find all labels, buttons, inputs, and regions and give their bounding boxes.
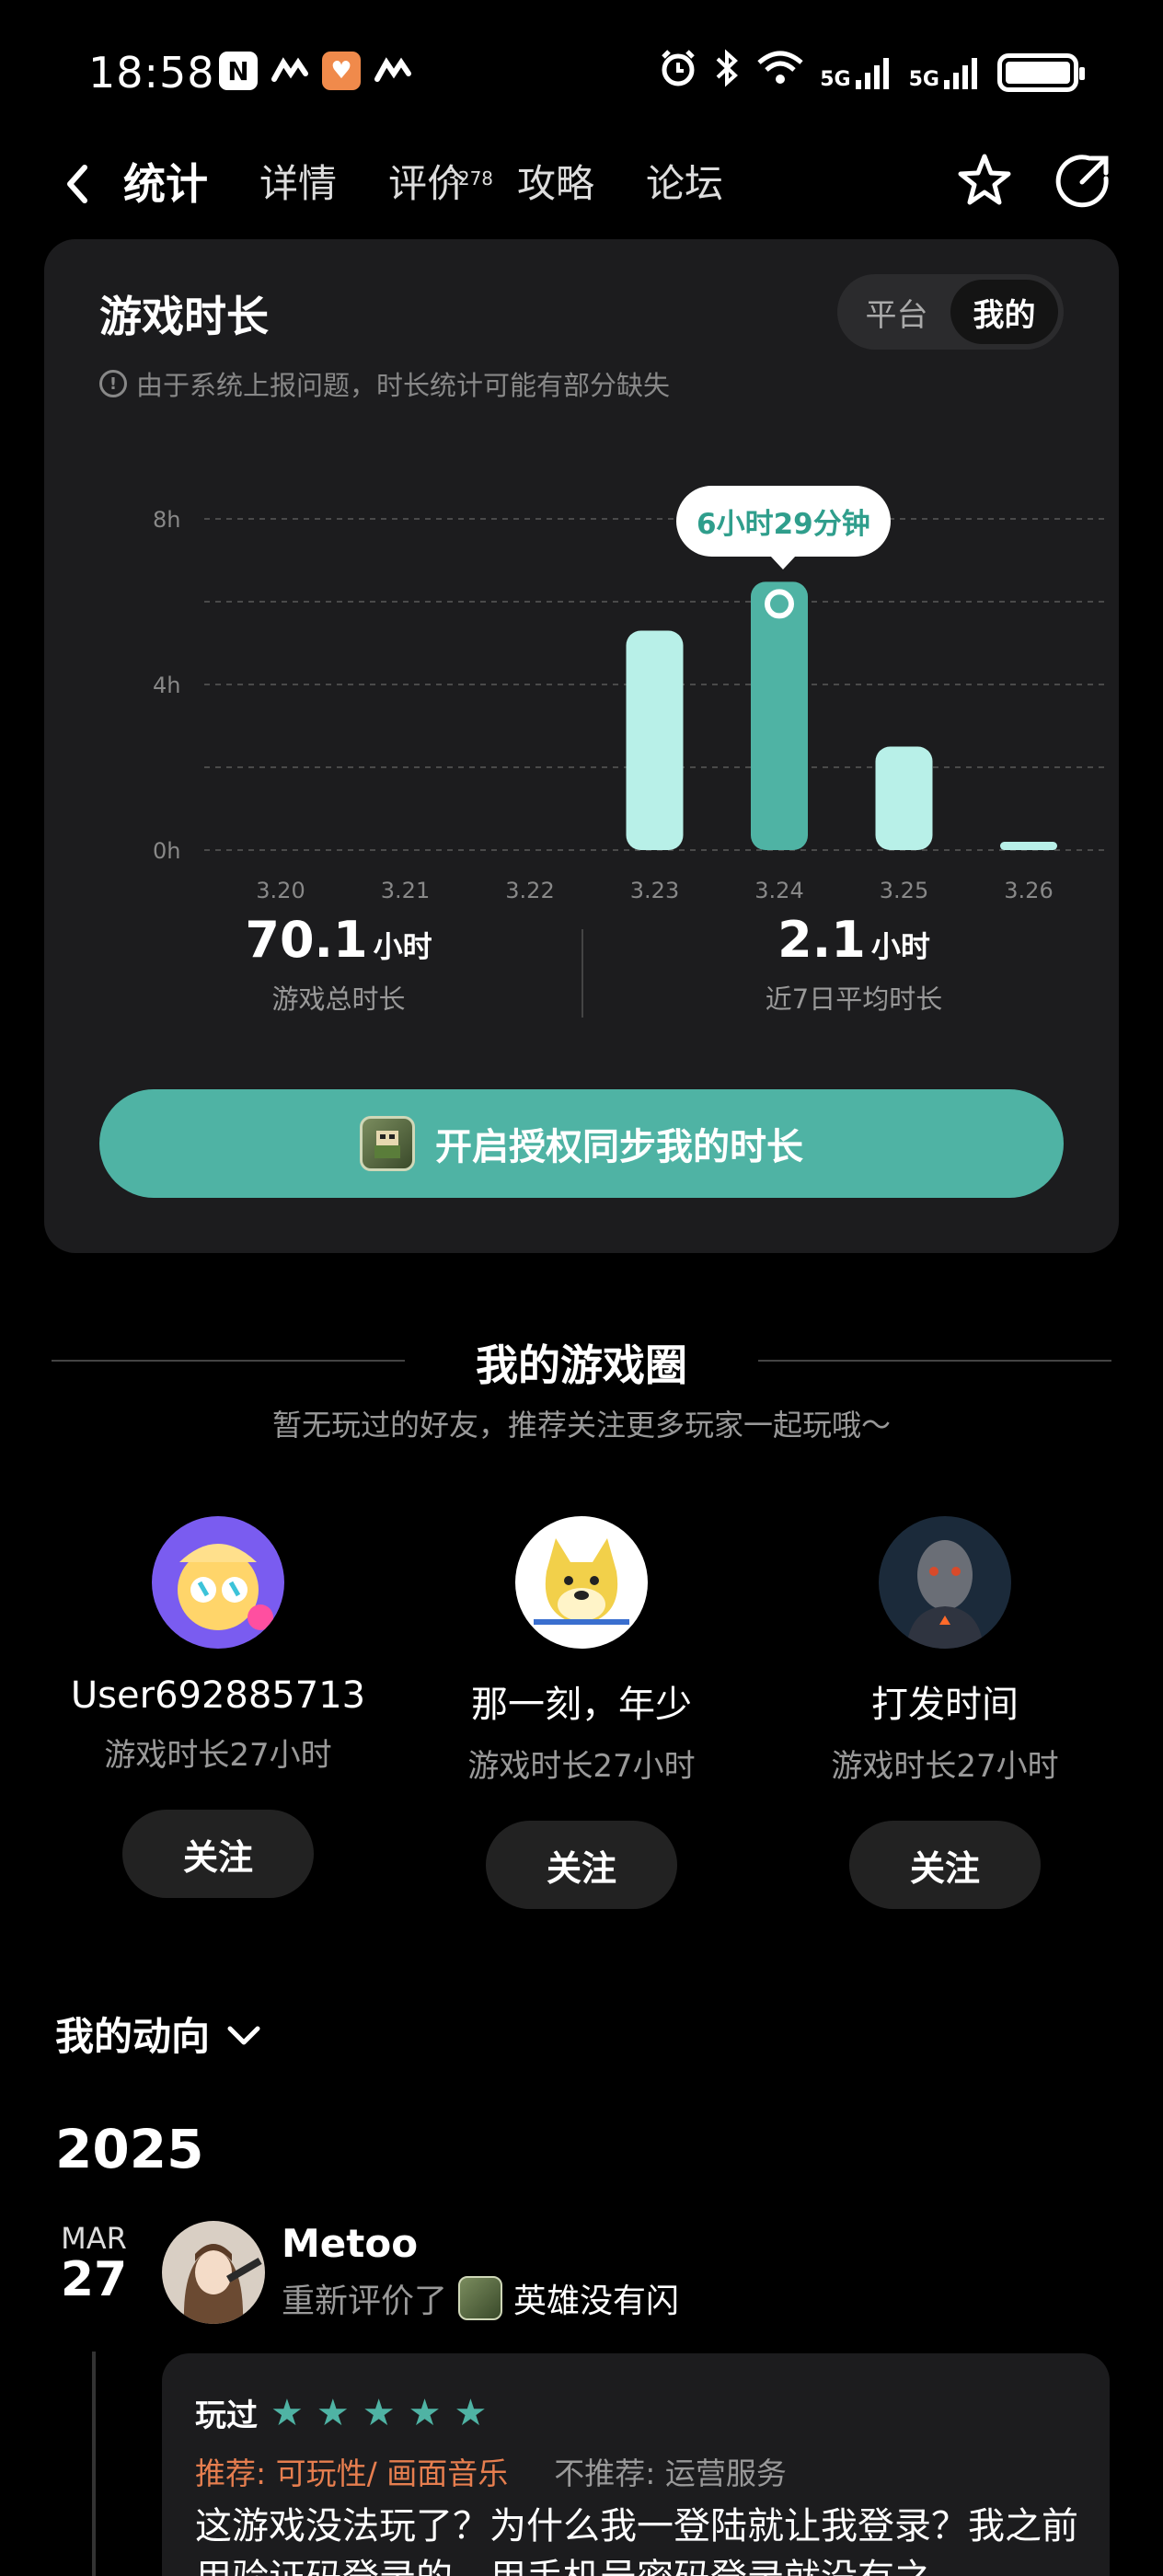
- follow-button[interactable]: 关注: [849, 1821, 1041, 1909]
- toggle-platform[interactable]: 平台: [843, 280, 950, 344]
- chart-bar[interactable]: [751, 581, 808, 850]
- tab-bar: 统计 详情 评价 3278 攻略 论坛: [118, 147, 749, 221]
- bluetooth-icon: [713, 48, 741, 97]
- section-title: 我的游戏圈: [476, 1340, 687, 1390]
- sync-playtime-button[interactable]: 开启授权同步我的时长: [99, 1089, 1064, 1198]
- playtime-card: 游戏时长 平台 我的 ! 由于系统上报问题，时长统计可能有部分缺失 0h 4h 8h…: [44, 239, 1119, 1253]
- status-bar: 18:58 N ♥ 5G 5G: [0, 0, 1163, 138]
- game-name[interactable]: 英雄没有闪: [513, 2274, 679, 2322]
- stats-divider: [582, 929, 583, 1018]
- back-icon[interactable]: [53, 156, 99, 212]
- tab-details[interactable]: 详情: [234, 147, 363, 221]
- y-tick-label: 0h: [153, 838, 180, 864]
- battery-icon: [997, 52, 1085, 92]
- playtime-chart: 0h 4h 8h 3.20 3.21 3.22 3.23 3.24 3.25 3.26 6小时29…: [99, 442, 1111, 903]
- game-icon: [360, 1116, 415, 1171]
- average-playtime: 2.1 小时 近7日平均时长: [765, 911, 943, 1015]
- chevron-down-icon: [226, 2011, 261, 2056]
- friend-card[interactable]: 打发时间 游戏时长27小时 关注: [764, 1516, 1126, 1909]
- friend-name: 那一刻，年少: [471, 1684, 692, 1726]
- tab-forum[interactable]: 论坛: [620, 147, 749, 221]
- recommend-tags: 推荐: 可玩性/ 画面音乐: [195, 2455, 509, 2491]
- chart-bar[interactable]: [626, 630, 684, 851]
- chart-tooltip: 6小时29分钟: [676, 486, 891, 570]
- follow-button[interactable]: 关注: [122, 1810, 314, 1898]
- star-icon: ★: [362, 2391, 396, 2434]
- star-icon: ★: [316, 2391, 350, 2434]
- follow-button[interactable]: 关注: [486, 1821, 677, 1909]
- card-title: 游戏时长: [99, 292, 269, 341]
- wifi-icon: [755, 48, 805, 97]
- post-meta: 重新评价了 英雄没有闪: [282, 2274, 679, 2322]
- nfc-icon: N: [219, 52, 258, 90]
- avatar[interactable]: [879, 1516, 1011, 1649]
- x-tick-label: 3.25: [880, 878, 928, 902]
- section-subtitle: 暂无玩过的好友，推荐关注更多玩家一起玩哦～: [271, 1408, 891, 1443]
- y-tick-label: 8h: [153, 507, 180, 533]
- star-icon: ★: [271, 2391, 304, 2434]
- friend-playtime: 游戏时长27小时: [831, 1748, 1059, 1785]
- played-label: 玩过: [195, 2398, 258, 2434]
- toggle-mine[interactable]: 我的: [950, 280, 1058, 344]
- x-tick-label: 3.23: [630, 878, 679, 902]
- star-icon: ★: [454, 2391, 488, 2434]
- avatar[interactable]: [515, 1516, 648, 1649]
- friend-name: 打发时间: [871, 1684, 1019, 1726]
- x-tick-label: 3.21: [381, 878, 430, 902]
- x-tick-label: 3.26: [1004, 878, 1053, 902]
- trend-dropdown[interactable]: 我的动向: [55, 2006, 261, 2062]
- tab-guides[interactable]: 攻略: [491, 147, 620, 221]
- avatar[interactable]: [162, 2221, 265, 2324]
- x-tick-label: 3.24: [754, 878, 803, 902]
- status-time: 18:58: [88, 48, 215, 98]
- scope-toggle: 平台 我的: [837, 274, 1064, 350]
- tab-reviews[interactable]: 评价 3278: [363, 147, 493, 221]
- year-label: 2025: [55, 2118, 204, 2180]
- friend-name: User692885713: [70, 1674, 366, 1717]
- tab-stats[interactable]: 统计: [118, 147, 234, 221]
- review-card[interactable]: 玩过 ★ ★ ★ ★ ★ 推荐: 可玩性/ 画面音乐 不推荐: 运营服务 这游戏…: [162, 2353, 1110, 2576]
- top-nav: 统计 详情 评价 3278 攻略 论坛: [0, 138, 1163, 239]
- y-tick-label: 4h: [153, 673, 180, 698]
- friend-playtime: 游戏时长27小时: [467, 1748, 696, 1785]
- total-playtime: 70.1 小时 游戏总时长: [245, 911, 432, 1015]
- friend-card[interactable]: 那一刻，年少 游戏时长27小时 关注: [400, 1516, 763, 1909]
- review-text: 这游戏没法玩了？为什么我一登陆就让我登录？我之前用验证码登录的，用手机号密码登录…: [195, 2505, 1078, 2576]
- avatar[interactable]: [152, 1516, 284, 1649]
- friend-card[interactable]: User692885713 游戏时长27小时 关注: [37, 1516, 399, 1898]
- not-recommend-tags: 不推荐: 运营服务: [554, 2455, 787, 2491]
- signal-1-icon: 5G: [820, 54, 893, 91]
- reviews-count-badge: 3278: [446, 167, 494, 190]
- x-tick-label: 3.20: [256, 878, 305, 902]
- x-tick-label: 3.22: [505, 878, 554, 902]
- post-username[interactable]: Metoo: [282, 2221, 418, 2266]
- notification-app-icon: [271, 52, 309, 90]
- game-circle-header: 我的游戏圈: [0, 1332, 1163, 1393]
- star-icon: ★: [408, 2391, 442, 2434]
- alarm-icon: [658, 48, 698, 97]
- star-outline-icon[interactable]: [953, 149, 1016, 212]
- data-notice: ! 由于系统上报问题，时长统计可能有部分缺失: [99, 364, 670, 403]
- health-app-icon: ♥: [322, 52, 361, 90]
- post-date: MAR 27: [60, 2221, 128, 2307]
- game-icon: [458, 2276, 503, 2320]
- info-icon: !: [99, 370, 127, 397]
- chart-svg: 0h 4h 8h 3.20 3.21 3.22 3.23 3.24 3.25 3.26: [153, 507, 1108, 903]
- share-icon[interactable]: [1053, 149, 1115, 212]
- signal-2-icon: 5G: [909, 54, 983, 91]
- timeline-line: [92, 2352, 96, 2576]
- notification-app-icon-2: [374, 52, 412, 90]
- chart-bar[interactable]: [875, 746, 933, 851]
- stats-summary: 70.1 小时 游戏总时长 2.1 小时 近7日平均时长: [44, 911, 1119, 1049]
- friend-playtime: 游戏时长27小时: [104, 1737, 332, 1774]
- chart-bar[interactable]: [1000, 842, 1057, 850]
